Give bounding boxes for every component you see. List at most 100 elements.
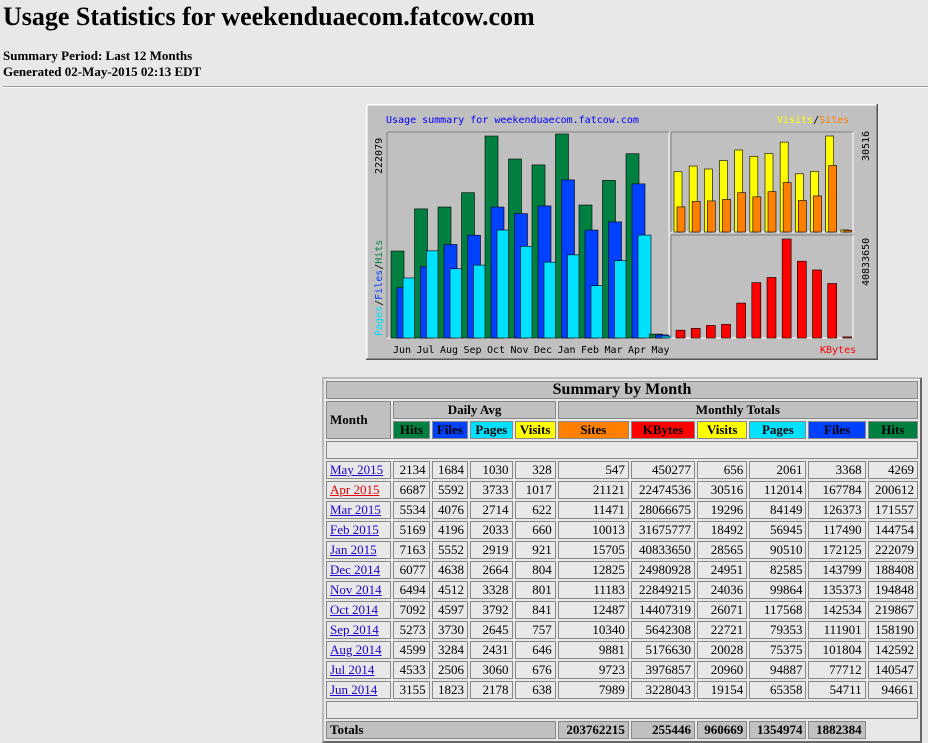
table-cell: 82585 xyxy=(749,561,807,579)
month-link[interactable]: Jan 2015 xyxy=(330,542,377,557)
month-tick-label: Jun xyxy=(393,345,411,356)
col-header-total-kbytes: KBytes xyxy=(630,421,695,439)
month-link[interactable]: Jul 2014 xyxy=(330,662,374,677)
table-cell: 4512 xyxy=(431,581,468,599)
table-cell: 656 xyxy=(697,461,748,479)
table-cell: 200612 xyxy=(867,481,918,499)
legend-files: Files xyxy=(374,270,385,300)
table-cell: 660 xyxy=(514,521,556,539)
pages-bar xyxy=(590,285,605,339)
table-cell: 94661 xyxy=(867,681,918,699)
totals-pages: 960669 xyxy=(697,721,748,739)
table-cell: 3328 xyxy=(470,581,513,599)
table-cell: 646 xyxy=(514,641,556,659)
table-cell: 622 xyxy=(514,501,556,519)
table-cell: 6494 xyxy=(393,581,430,599)
month-link[interactable]: Aug 2014 xyxy=(330,642,382,657)
table-cell: 5592 xyxy=(431,481,468,499)
table-row: Mar 2015 5534 4076 2714 622 11471 28066675 1929… xyxy=(326,501,918,519)
table-row: Nov 2014 6494 4512 3328 801 11183 22849215 2403… xyxy=(326,581,918,599)
legend-hits: Hits xyxy=(374,240,385,264)
month-tick-label: Sep xyxy=(464,345,482,356)
kbytes-bar xyxy=(751,282,762,339)
table-cell: 21121 xyxy=(557,481,629,499)
table-cell: 222079 xyxy=(867,541,918,559)
table-cell: 2061 xyxy=(749,461,807,479)
table-cell: 22721 xyxy=(697,621,748,639)
table-cell: 140547 xyxy=(867,661,918,679)
month-link[interactable]: Feb 2015 xyxy=(330,522,379,537)
table-cell: 144754 xyxy=(867,521,918,539)
table-cell: 841 xyxy=(514,601,556,619)
table-cell: 921 xyxy=(514,541,556,559)
table-cell: 172125 xyxy=(808,541,866,559)
summary-period: Summary Period: Last 12 Months xyxy=(3,48,193,63)
sites-bar xyxy=(782,182,792,233)
month-link[interactable]: Oct 2014 xyxy=(330,602,378,617)
table-row: Jan 2015 7163 5552 2919 921 15705 40833650 2856… xyxy=(326,541,918,559)
month-link[interactable]: Sep 2014 xyxy=(330,622,379,637)
table-cell: 9723 xyxy=(557,661,629,679)
legend-sites: Sites xyxy=(819,115,849,126)
table-cell: 2431 xyxy=(470,641,513,659)
left-axis-max: 222079 xyxy=(374,138,385,174)
table-cell: 54711 xyxy=(808,681,866,699)
month-cell: Oct 2014 xyxy=(326,601,392,619)
table-cell: 94887 xyxy=(749,661,807,679)
table-row: Dec 2014 6077 4638 2664 804 12825 24980928 2495… xyxy=(326,561,918,579)
sites-bar xyxy=(691,201,701,233)
month-link[interactable]: Nov 2014 xyxy=(330,582,382,597)
month-tick-label: Dec xyxy=(534,345,552,356)
pages-bar xyxy=(637,234,652,339)
col-header-total-pages: Pages xyxy=(749,421,807,439)
month-cell: Jul 2014 xyxy=(326,661,392,679)
table-cell: 101804 xyxy=(808,641,866,659)
table-row: Apr 2015 6687 5592 3733 1017 21121 22474536 305… xyxy=(326,481,918,499)
table-cell: 26071 xyxy=(697,601,748,619)
month-tick-label: Mar xyxy=(605,345,623,356)
table-cell: 1030 xyxy=(470,461,513,479)
table-cell: 4597 xyxy=(431,601,468,619)
table-row: Feb 2015 5169 4196 2033 660 10013 31675777 1849… xyxy=(326,521,918,539)
month-tick-label: Jul xyxy=(417,345,435,356)
table-cell: 111901 xyxy=(808,621,866,639)
month-tick-label: Oct xyxy=(487,345,505,356)
sites-bar xyxy=(828,165,837,233)
month-link[interactable]: May 2015 xyxy=(330,462,383,477)
table-cell: 143799 xyxy=(808,561,866,579)
legend-kbytes: KBytes xyxy=(820,345,856,356)
table-cell: 2919 xyxy=(470,541,513,559)
table-cell: 2134 xyxy=(393,461,430,479)
left-axis-legend: Pages/Files/Hits xyxy=(374,240,385,336)
month-tick-label: May xyxy=(652,345,670,356)
table-cell: 12487 xyxy=(557,601,629,619)
right-top-max: 30516 xyxy=(861,131,872,161)
table-row: Jul 2014 4533 2506 3060 676 9723 3976857 20960 9… xyxy=(326,661,918,679)
kbytes-bar xyxy=(675,329,686,339)
sites-bar xyxy=(722,199,731,233)
table-cell: 11183 xyxy=(557,581,629,599)
table-cell: 90510 xyxy=(749,541,807,559)
pages-bar xyxy=(567,254,581,339)
table-cell: 1017 xyxy=(514,481,556,499)
table-cell: 10013 xyxy=(557,521,629,539)
table-cell: 20028 xyxy=(697,641,748,659)
kbytes-bar xyxy=(812,269,822,339)
month-link[interactable]: Jun 2014 xyxy=(330,682,377,697)
table-caption: Summary by Month xyxy=(326,381,918,399)
table-cell: 4076 xyxy=(431,501,468,519)
sites-bar xyxy=(843,229,853,233)
table-cell: 112014 xyxy=(749,481,807,499)
month-link[interactable]: Dec 2014 xyxy=(330,562,380,577)
pages-bar xyxy=(473,264,487,339)
col-header-total-sites: Sites xyxy=(557,421,629,439)
divider xyxy=(3,86,928,88)
col-header-total-hits: Hits xyxy=(867,421,918,439)
month-link[interactable]: Mar 2015 xyxy=(330,502,381,517)
month-link[interactable]: Apr 2015 xyxy=(330,482,379,497)
table-cell: 194848 xyxy=(867,581,918,599)
table-cell: 4638 xyxy=(431,561,468,579)
month-cell: May 2015 xyxy=(326,461,392,479)
totals-files: 1354974 xyxy=(749,721,807,739)
table-cell: 1823 xyxy=(431,681,468,699)
